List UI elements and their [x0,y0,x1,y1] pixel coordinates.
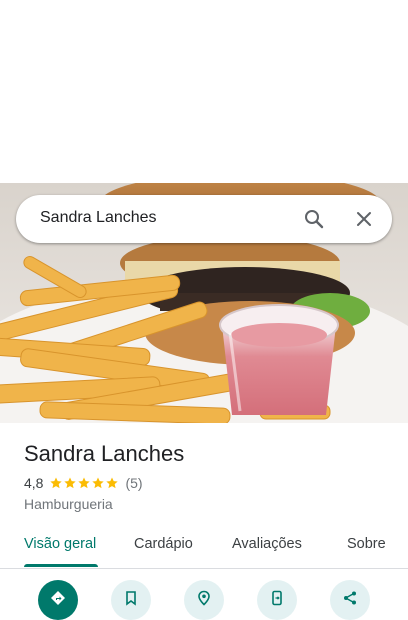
tab-reviews[interactable]: Avaliações [232,536,302,552]
search-icon[interactable] [302,207,326,231]
tab-about[interactable]: Sobre [347,536,386,552]
place-name: Sandra Lanches [24,441,185,466]
directions-icon [51,591,65,605]
star-icon [106,477,119,489]
tab-bar: Visão geral Cardápio Avaliações Sobre [0,526,408,569]
star-icon [50,477,63,489]
map-blank-area [0,0,408,183]
search-bar[interactable]: Sandra Lanches [16,195,392,243]
nearby-button[interactable] [184,580,224,620]
share-icon [344,591,356,605]
star-icon [64,477,77,489]
save-button[interactable] [111,580,151,620]
rating-stars [49,476,119,490]
place-info: Sandra Lanches 4,8 (5) Hamburgueria [24,440,384,512]
action-buttons [0,580,408,620]
close-icon[interactable] [352,207,376,231]
share-button[interactable] [330,580,370,620]
star-icon [78,477,91,489]
search-input[interactable]: Sandra Lanches [40,209,157,227]
rating-value: 4,8 [24,475,44,491]
send-to-phone-icon [272,590,282,606]
nearby-icon [198,590,210,606]
bookmark-icon [126,591,136,606]
place-category[interactable]: Hamburgueria [24,496,384,512]
tab-overview[interactable]: Visão geral [24,536,96,552]
send-to-phone-button[interactable] [257,580,297,620]
directions-button[interactable] [38,580,78,620]
rating-row[interactable]: 4,8 (5) [24,474,384,492]
review-count[interactable]: (5) [125,475,142,491]
star-icon [92,477,105,489]
tab-menu[interactable]: Cardápio [134,536,193,552]
active-tab-indicator [24,564,98,567]
